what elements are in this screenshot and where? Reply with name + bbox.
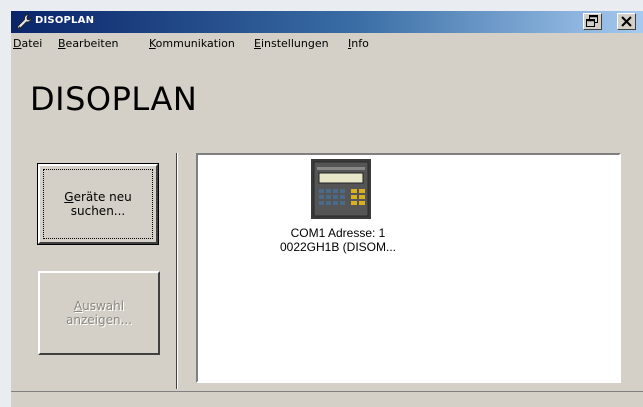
menu-bar: Datei Bearbeiten Kommunikation Einstellu… [11,34,643,54]
device-list-panel[interactable]: COM1 Adresse: 1 0022GH1B (DISOM... [196,153,621,383]
menu-datei[interactable]: Datei [13,37,42,50]
close-button[interactable] [617,13,636,30]
menu-einstellungen[interactable]: Einstellungen [254,37,329,50]
close-icon [621,16,632,27]
button-label-line1: Auswahl [74,299,124,313]
menu-label: earbeiten [65,37,119,50]
vertical-separator [176,153,178,389]
button-label-rest: eräte neu [73,190,132,204]
wrench-icon [17,14,33,30]
button-focus-frame: Geräte neu suchen... [43,169,153,239]
button-mnemonic: G [64,190,74,204]
restore-button[interactable] [583,13,602,30]
restore-icon [586,15,598,27]
device-label: COM1 Adresse: 1 0022GH1B (DISOM... [258,226,418,254]
button-label-line2: suchen... [70,204,126,218]
window-title: DISOPLAN [35,15,95,26]
device-label-line2: 0022GH1B (DISOM... [279,240,397,254]
menu-bearbeiten[interactable]: Bearbeiten [58,37,118,50]
menu-mnemonic: E [254,37,261,50]
menu-mnemonic: K [149,37,156,50]
button-label-line2: anzeigen... [65,313,133,327]
search-devices-button[interactable]: Geräte neu suchen... [37,163,159,245]
button-label-line1: Geräte neu [64,190,131,204]
device-label-line1: COM1 Adresse: 1 [290,226,386,240]
menu-label: nfo [351,37,369,50]
button-content: Auswahl anzeigen... [43,276,155,350]
menu-label: instellungen [260,37,329,50]
menu-info[interactable]: Info [348,37,369,50]
title-bar[interactable]: DISOPLAN [11,11,643,33]
button-label-rest: uswahl [82,299,125,313]
menu-kommunikation[interactable]: Kommunikation [149,37,235,50]
menu-label: atei [21,37,43,50]
show-selection-button[interactable]: Auswahl anzeigen... [38,271,160,355]
device-controller-icon [311,159,371,219]
app-title: DISOPLAN [30,80,198,118]
button-mnemonic: A [73,299,83,313]
menu-label: ommunikation [155,37,235,50]
app-window: DISOPLAN Datei Bearbeiten Kommunikation … [11,11,643,407]
status-bar [11,391,643,407]
menu-mnemonic: B [58,37,66,50]
